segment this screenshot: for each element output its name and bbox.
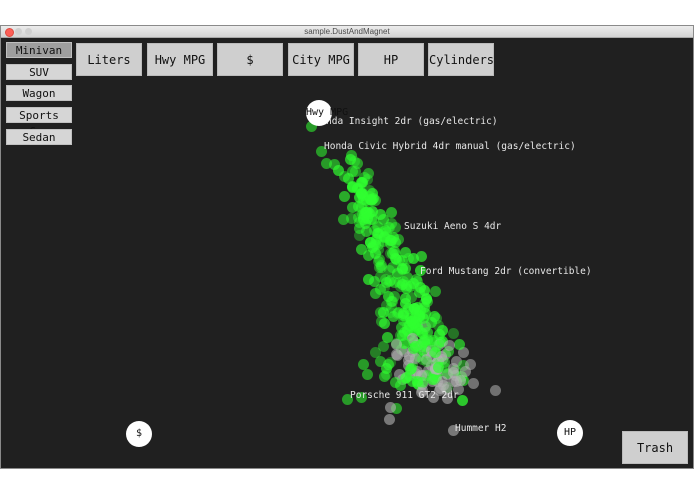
car-label-mustang: Ford Mustang 2dr (convertible) xyxy=(420,266,592,277)
dust-particle[interactable] xyxy=(339,191,351,203)
dust-particle[interactable] xyxy=(362,249,374,261)
type-button-suv[interactable]: SUV xyxy=(6,64,72,80)
title-bar: sample.DustAndMagnet xyxy=(1,26,693,38)
attribute-button-price[interactable]: $ xyxy=(217,43,283,76)
attribute-button-hwy-mpg[interactable]: Hwy MPG xyxy=(147,43,213,76)
dust-particle[interactable] xyxy=(405,291,417,303)
dust-particle[interactable] xyxy=(415,327,427,339)
app-window: sample.DustAndMagnet Minivan SUV Wagon S… xyxy=(0,25,694,469)
dust-particle[interactable] xyxy=(384,401,396,413)
dust-particle[interactable] xyxy=(386,206,398,218)
dust-particle[interactable] xyxy=(373,243,385,255)
dust-particle[interactable] xyxy=(328,158,340,170)
attribute-button-liters[interactable]: Liters xyxy=(76,43,142,76)
type-button-wagon[interactable]: Wagon xyxy=(6,85,72,101)
dust-particle[interactable] xyxy=(429,285,441,297)
dust-particle[interactable] xyxy=(376,259,388,271)
dust-particle[interactable] xyxy=(427,336,439,348)
car-label-porsche: Porsche 911 GT2 2dr xyxy=(350,390,459,401)
car-label-aeno: Suzuki Aeno S 4dr xyxy=(404,221,502,232)
dust-magnet-canvas[interactable]: Minivan SUV Wagon Sports Car Sedan Liter… xyxy=(1,38,693,468)
window-title: sample.DustAndMagnet xyxy=(304,27,390,36)
dust-particle[interactable] xyxy=(377,307,389,319)
dust-particle[interactable] xyxy=(429,347,441,359)
dust-particle[interactable] xyxy=(388,276,400,288)
dust-particle[interactable] xyxy=(399,372,411,384)
magnet-price[interactable]: $ xyxy=(126,421,152,447)
dust-particle[interactable] xyxy=(357,189,368,201)
trash-button[interactable]: Trash xyxy=(622,431,688,464)
magnet-hwy-mpg-label: Hwy MPG xyxy=(306,107,349,118)
dust-particle[interactable] xyxy=(361,368,373,380)
car-label-insight: nda Insight 2dr (gas/electric) xyxy=(326,116,498,127)
magnet-price-label: $ xyxy=(135,428,143,439)
dust-particle[interactable] xyxy=(337,213,349,225)
dust-particle[interactable] xyxy=(444,339,456,351)
dust-particle[interactable] xyxy=(454,374,466,386)
attribute-button-city-mpg[interactable]: City MPG xyxy=(288,43,354,76)
dust-particle[interactable] xyxy=(338,170,350,182)
dust-particle[interactable] xyxy=(398,310,410,322)
type-button-minivan[interactable]: Minivan xyxy=(6,42,72,58)
magnet-hwy-mpg[interactable]: Hwy MPG xyxy=(306,100,348,126)
dust-particle[interactable] xyxy=(379,318,391,330)
dust-particle[interactable] xyxy=(465,358,477,370)
magnet-hp-label: HP xyxy=(563,427,577,438)
dust-particle[interactable] xyxy=(351,157,363,169)
dust-particle[interactable] xyxy=(378,370,390,382)
attribute-button-cylinders[interactable]: Cylinders xyxy=(428,43,494,76)
dust-particle[interactable] xyxy=(383,413,395,425)
car-label-hummer: Hummer H2 xyxy=(455,423,507,434)
dust-particle[interactable] xyxy=(468,378,480,390)
dust-particle[interactable] xyxy=(353,222,365,234)
dust-particle[interactable] xyxy=(448,328,460,340)
dust-particle[interactable] xyxy=(390,237,402,249)
type-button-sedan[interactable]: Sedan xyxy=(6,129,72,145)
dust-particle[interactable] xyxy=(409,340,421,352)
attribute-button-hp[interactable]: HP xyxy=(358,43,424,76)
dust-particle[interactable] xyxy=(453,339,465,351)
dust-particle[interactable] xyxy=(389,291,401,303)
dust-particle[interactable] xyxy=(389,376,401,388)
dust-particle[interactable] xyxy=(489,385,501,397)
type-button-sports-car[interactable]: Sports Car xyxy=(6,107,72,138)
dust-particle[interactable] xyxy=(357,358,369,370)
car-label-civic: Honda Civic Hybrid 4dr manual (gas/elect… xyxy=(324,141,576,152)
magnet-hp[interactable]: HP xyxy=(557,420,583,446)
